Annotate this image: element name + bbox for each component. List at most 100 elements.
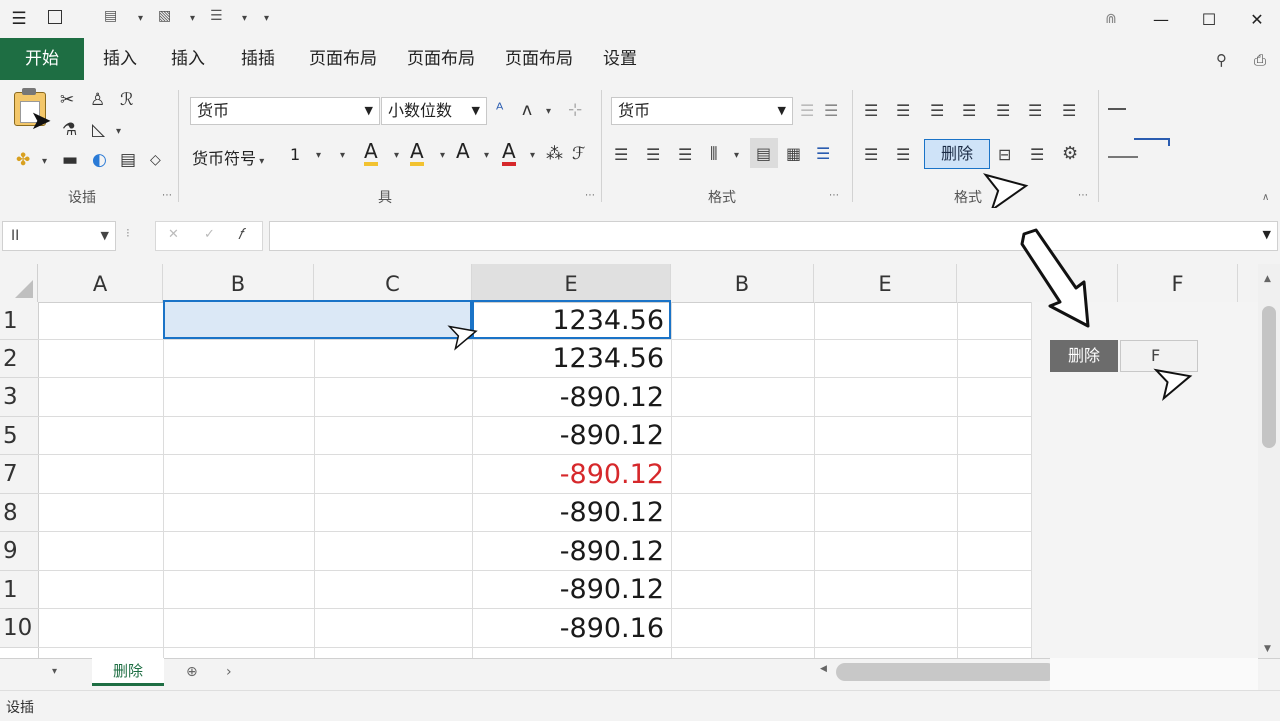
row-header[interactable]: 10	[0, 609, 38, 648]
scroll-left-icon[interactable]: ◀	[820, 664, 827, 674]
highlight-icon[interactable]: A	[410, 140, 424, 166]
confirm-icon[interactable]: ✓	[204, 227, 215, 242]
chevron-down-icon[interactable]: ▾	[316, 150, 321, 161]
clear-format-icon[interactable]: ⊹	[568, 100, 582, 120]
drag-handle-icon[interactable]: ⁝	[126, 226, 130, 240]
cancel-icon[interactable]: ✕	[168, 227, 179, 242]
printer-icon[interactable]: ▬	[62, 150, 78, 170]
fill-icon[interactable]: ◐	[92, 150, 107, 170]
justify-icon[interactable]: ☰	[962, 101, 976, 120]
number-format-dropdown[interactable]: 货币 ▼	[611, 97, 793, 125]
cell-value[interactable]: -890.12	[472, 417, 664, 455]
cell-value[interactable]: -890.12	[472, 378, 664, 416]
chevron-down-icon[interactable]: ▾	[530, 150, 535, 161]
font-color-red-icon[interactable]: A	[502, 140, 516, 166]
dialog-launcher-icon[interactable]: ⋯	[1078, 190, 1088, 201]
tab-page-layout-3[interactable]: 页面布局	[496, 38, 582, 80]
tab-page-layout-2[interactable]: 页面布局	[398, 38, 484, 80]
formula-input[interactable]: ▼	[269, 221, 1278, 251]
row-header[interactable]: 3	[0, 378, 38, 417]
column-header-a[interactable]: A	[38, 264, 163, 302]
chevron-down-icon[interactable]: ▾	[340, 150, 345, 161]
font-color-icon[interactable]: A	[364, 140, 378, 166]
share-icon[interactable]: ⎙	[1254, 51, 1266, 69]
align-icon[interactable]: ☰	[800, 101, 814, 120]
cut-icon[interactable]: ✂	[60, 90, 74, 110]
chevron-down-icon[interactable]: ▾	[394, 150, 399, 161]
list-icon[interactable]: ☰	[864, 145, 878, 164]
hamburger-icon[interactable]: ☰	[0, 0, 38, 38]
decrease-font-icon[interactable]: ʌ	[522, 100, 532, 120]
align-right-icon[interactable]: ☰	[930, 101, 944, 120]
row-header[interactable]: 7	[0, 455, 38, 494]
merge-icon[interactable]: ▤	[756, 144, 771, 163]
row-header[interactable]: 2	[0, 340, 38, 378]
save-icon[interactable]: ▤	[104, 8, 117, 24]
column-header-e[interactable]: E	[472, 264, 671, 302]
paint-bucket-icon[interactable]: ⁂	[546, 144, 563, 164]
eraser-icon[interactable]: ◇	[150, 152, 161, 168]
column-header-c[interactable]: C	[314, 264, 472, 302]
selected-range[interactable]	[163, 300, 472, 339]
increase-font-icon[interactable]: ᴬ	[496, 100, 503, 120]
line-icon[interactable]	[1108, 108, 1126, 110]
currency-symbol-button[interactable]: 货币符号 ▾	[192, 145, 264, 169]
side-delete-button[interactable]: 删除	[1050, 340, 1118, 372]
customize-icon[interactable]: ▾	[264, 13, 269, 24]
align-icon[interactable]: ☰	[824, 101, 838, 120]
indent-icon[interactable]: ☰	[678, 145, 692, 164]
sheet-tab[interactable]: 删除	[92, 658, 164, 686]
minimize-icon[interactable]: —	[1138, 4, 1184, 34]
column-header-b[interactable]: B	[163, 264, 314, 302]
sheet-nav-icon[interactable]: ›	[226, 664, 232, 680]
dialog-launcher-icon[interactable]: ⋯	[162, 190, 172, 201]
distribute-icon[interactable]: ☰	[996, 101, 1010, 120]
indent-decrease-icon[interactable]: ☰	[1062, 101, 1076, 120]
ribbon-display-icon[interactable]: ⋒	[1088, 4, 1134, 34]
chevron-down-icon[interactable]: ▾	[42, 156, 47, 167]
tab-draw[interactable]: 插插	[232, 38, 284, 80]
list-icon[interactable]: ▤	[120, 150, 136, 170]
column-icon[interactable]: ⫴	[710, 144, 718, 165]
dialog-launcher-icon[interactable]: ⋯	[585, 190, 595, 201]
text-effects-icon[interactable]: A	[456, 140, 470, 162]
chevron-down-icon[interactable]: ▾	[116, 126, 121, 137]
select-all-button[interactable]	[0, 264, 38, 302]
scroll-up-icon[interactable]: ▲	[1264, 274, 1271, 284]
copy-icon[interactable]: ⚗	[62, 120, 77, 140]
font-combo[interactable]: 货币 ▼	[190, 97, 380, 125]
cell-value[interactable]: 1234.56	[472, 302, 664, 340]
horizontal-scroll-area[interactable]	[1050, 658, 1258, 690]
connector-icon[interactable]	[1134, 138, 1170, 146]
format-painter-icon[interactable]: ♙	[90, 90, 105, 110]
numbered-list-icon[interactable]: ☰	[646, 145, 660, 164]
chevron-down-icon[interactable]: ▾	[52, 666, 57, 677]
maximize-icon[interactable]: ☐	[1186, 4, 1232, 34]
scroll-thumb[interactable]	[1262, 306, 1276, 448]
cell-value[interactable]: -890.16	[472, 609, 664, 647]
name-box[interactable]: II ▼	[2, 221, 116, 251]
chevron-down-icon[interactable]: ▾	[734, 150, 739, 161]
bullet-list-icon[interactable]: ☰	[614, 145, 628, 164]
redo-icon[interactable]: ☰	[210, 8, 223, 24]
horizontal-scroll-thumb[interactable]	[836, 663, 1056, 681]
format-icon[interactable]: ℱ	[572, 144, 585, 164]
square-icon[interactable]	[48, 10, 62, 24]
row-header[interactable]: 5	[0, 417, 38, 455]
tab-insert[interactable]: 插入	[94, 38, 146, 80]
cell-value-negative[interactable]: -890.12	[472, 455, 664, 493]
close-icon[interactable]: ✕	[1234, 4, 1280, 34]
wrap-icon[interactable]: ☰	[816, 144, 830, 163]
align-center-icon[interactable]: ☰	[896, 101, 910, 120]
row-header[interactable]: 1	[0, 302, 38, 340]
number-format-combo[interactable]: 小数位数 ▼	[381, 97, 487, 125]
column-header-e-2[interactable]: E	[814, 264, 957, 302]
row-header[interactable]: 1	[0, 571, 38, 609]
column-header-b-2[interactable]: B	[671, 264, 814, 302]
tab-insert-2[interactable]: 插入	[162, 38, 214, 80]
chevron-down-icon[interactable]: ▾	[484, 150, 489, 161]
table-icon[interactable]: ▦	[786, 144, 801, 163]
cell-value[interactable]: -890.12	[472, 571, 664, 609]
tab-home[interactable]: 开始	[0, 38, 84, 80]
brush-icon[interactable]: ℛ	[120, 90, 134, 110]
